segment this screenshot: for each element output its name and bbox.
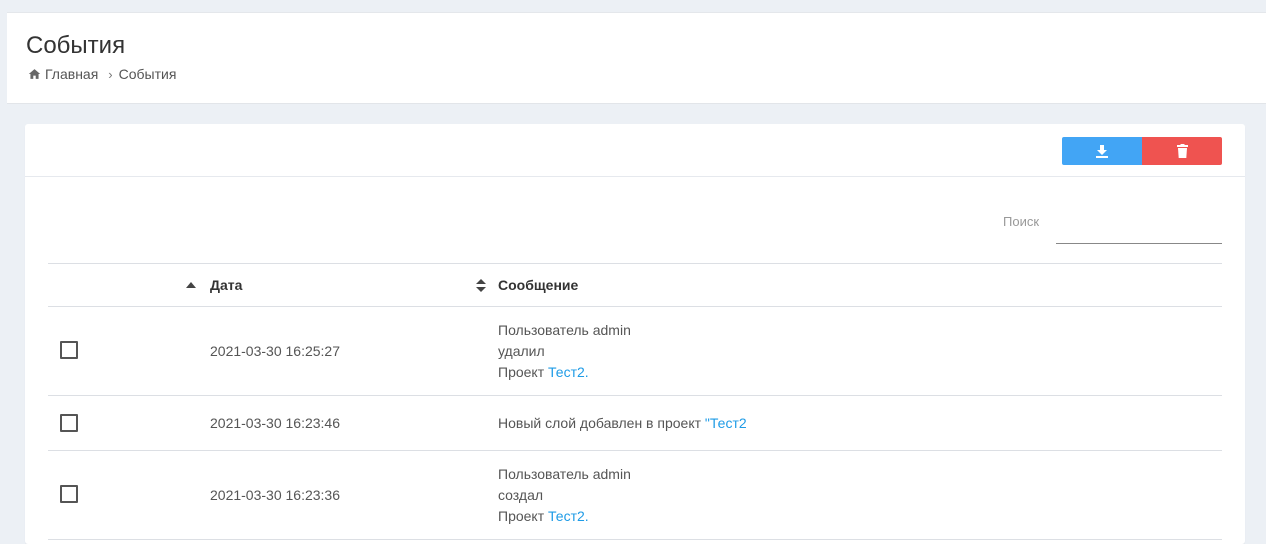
sort-both-icon: [476, 278, 486, 292]
delete-button[interactable]: [1142, 137, 1222, 165]
date-column-header[interactable]: Дата: [158, 263, 458, 307]
row-checkbox-cell: [48, 450, 158, 540]
message-suffix: .: [584, 507, 589, 524]
page-header: События Главная › События: [7, 12, 1266, 104]
row-checkbox[interactable]: [60, 340, 78, 359]
download-button[interactable]: [1062, 137, 1142, 165]
search-label: Поиск: [1003, 214, 1040, 229]
breadcrumb: Главная › События: [28, 66, 176, 82]
message-line: Проект Тест2.: [498, 506, 1222, 527]
row-date: 2021-03-30 16:25:27: [158, 306, 458, 396]
message-line: Пользователь admin: [498, 465, 631, 482]
breadcrumb-separator-icon: ›: [108, 66, 113, 82]
download-icon: [1096, 144, 1108, 158]
date-column-label: Дата: [210, 277, 243, 293]
message-line: удалил: [498, 342, 545, 359]
select-column-header: [48, 263, 158, 307]
project-link[interactable]: "Тест2: [705, 415, 747, 431]
message-prefix: Проект: [498, 363, 549, 380]
row-checkbox-cell: [48, 306, 158, 396]
message-column-label: Сообщение: [498, 277, 579, 293]
project-link[interactable]: Тест2: [548, 364, 585, 380]
page-title: События: [26, 32, 126, 59]
breadcrumb-current: События: [118, 66, 177, 82]
events-card: Поиск Дата Сообщение 2021-03-30 16:25:27…: [25, 124, 1245, 544]
search-input[interactable]: [1056, 208, 1222, 244]
message-line: Проект Тест2.: [498, 362, 1222, 383]
message-prefix: Проект: [498, 507, 549, 524]
row-checkbox[interactable]: [60, 484, 78, 503]
row-checkbox-cell: [48, 395, 158, 451]
row-message: Пользователь admin создал Проект Тест2.: [458, 450, 1222, 540]
row-checkbox[interactable]: [60, 413, 78, 432]
card-toolbar: [25, 124, 1245, 177]
message-column-header[interactable]: Сообщение: [458, 263, 1222, 307]
home-icon: [28, 69, 41, 79]
row-date: 2021-03-30 16:23:46: [158, 395, 458, 451]
table-header-row: Дата Сообщение: [48, 263, 1222, 307]
trash-icon: [1176, 144, 1188, 158]
row-message: Новый слой добавлен в проект "Тест2: [458, 395, 1222, 451]
table-row: 2021-03-30 16:23:36 Пользователь admin с…: [48, 450, 1222, 540]
sort-ascending-icon: [186, 282, 196, 288]
message-line: Пользователь admin: [498, 321, 631, 338]
message-line: создал: [498, 486, 544, 503]
message-text: Новый слой добавлен в проект: [498, 414, 705, 431]
row-message: Пользователь admin удалил Проект Тест2.: [458, 306, 1222, 396]
message-suffix: .: [584, 363, 589, 380]
breadcrumb-home-link[interactable]: Главная: [45, 66, 98, 82]
project-link[interactable]: Тест2: [548, 508, 585, 524]
table-row: 2021-03-30 16:25:27 Пользователь admin у…: [48, 306, 1222, 396]
row-date: 2021-03-30 16:23:36: [158, 450, 458, 540]
events-table: Дата Сообщение 2021-03-30 16:25:27 Польз…: [48, 263, 1222, 540]
table-row: 2021-03-30 16:23:46 Новый слой добавлен …: [48, 395, 1222, 451]
